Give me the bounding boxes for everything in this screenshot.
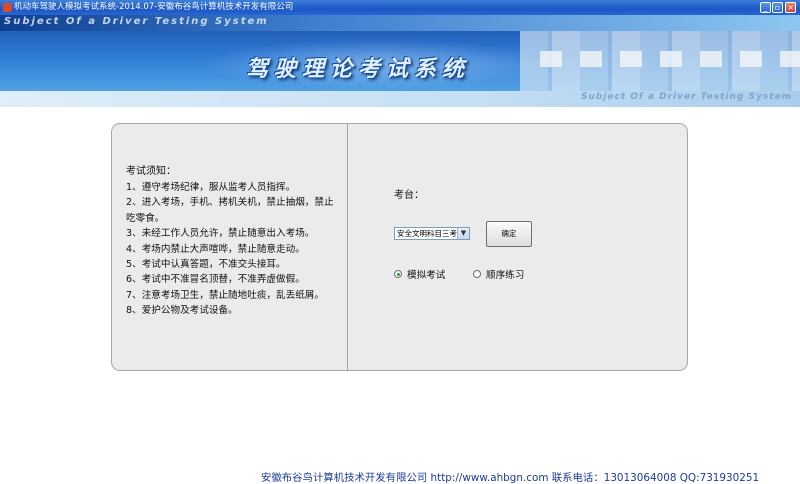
mode-mock-radio[interactable] bbox=[394, 270, 402, 278]
notice-list: 1、遵守考场纪律，服从监考人员指挥。 2、进入考场，手机、拷机关机，禁止抽烟，禁… bbox=[126, 180, 341, 319]
notice-item: 1、遵守考场纪律，服从监考人员指挥。 bbox=[126, 182, 296, 193]
main-panel: 考试须知： 1、遵守考场纪律，服从监考人员指挥。 2、进入考场，手机、拷机关机，… bbox=[111, 123, 688, 371]
banner-main-title: 驾驶理论考试系统 bbox=[246, 56, 471, 82]
banner-monitors-image bbox=[540, 51, 800, 67]
mode-mock-option[interactable]: 模拟考试 bbox=[394, 267, 445, 281]
notice-item: 2、进入考场，手机、拷机关机，禁止抽烟，禁止吃零食。 bbox=[126, 197, 334, 224]
notice-item: 6、考试中不准冒名顶替，不准弄虚做假。 bbox=[126, 274, 305, 286]
close-button[interactable]: × bbox=[785, 2, 796, 13]
notice-title: 考试须知： bbox=[126, 166, 176, 177]
notice-item: 4、考场内禁止大声喧哗，禁止随意走动。 bbox=[126, 243, 305, 255]
confirm-button[interactable]: 确定 bbox=[486, 221, 532, 247]
notice-item: 5、考试中认真答题，不准交头接耳。 bbox=[126, 259, 286, 271]
chevron-down-icon[interactable]: ▼ bbox=[457, 228, 469, 239]
footer-contact: 安徽布谷鸟计算机技术开发有限公司 http://www.ahbgn.com 联系… bbox=[261, 472, 760, 484]
header-banner: Subject Of a Driver Testing System 驾驶理论考… bbox=[0, 15, 800, 107]
mode-sequence-radio[interactable] bbox=[473, 270, 481, 278]
notice-item: 8、爱护公物及考试设备。 bbox=[126, 305, 238, 317]
console-select[interactable]: 安全文明科目三考 ▼ bbox=[394, 227, 470, 240]
app-icon bbox=[3, 3, 12, 12]
console-select-value: 安全文明科目三考 bbox=[397, 229, 457, 238]
notice-item: 7、注意考场卫生，禁止随地吐痰，乱丢纸屑。 bbox=[126, 289, 324, 301]
mode-sequence-option[interactable]: 顺序练习 bbox=[473, 267, 524, 281]
banner-subtitle-top: Subject Of a Driver Testing System bbox=[4, 16, 269, 27]
mode-sequence-label: 顺序练习 bbox=[486, 270, 525, 281]
maximize-button[interactable]: ▫ bbox=[772, 2, 783, 13]
banner-subtitle-bottom: Subject Of a Driver Testing System bbox=[580, 92, 792, 102]
minimize-button[interactable]: _ bbox=[760, 2, 771, 13]
notice-item: 3、未经工作人员允许，禁止随意出入考场。 bbox=[126, 228, 315, 240]
window-title-bar: 机动车驾驶人模拟考试系统-2014.07-安徽布谷鸟计算机技术开发有限公司 _ … bbox=[0, 0, 800, 15]
window-title: 机动车驾驶人模拟考试系统-2014.07-安徽布谷鸟计算机技术开发有限公司 bbox=[14, 2, 294, 12]
console-label: 考台： bbox=[394, 190, 424, 201]
panel-divider bbox=[347, 124, 348, 370]
mode-mock-label: 模拟考试 bbox=[407, 270, 446, 281]
